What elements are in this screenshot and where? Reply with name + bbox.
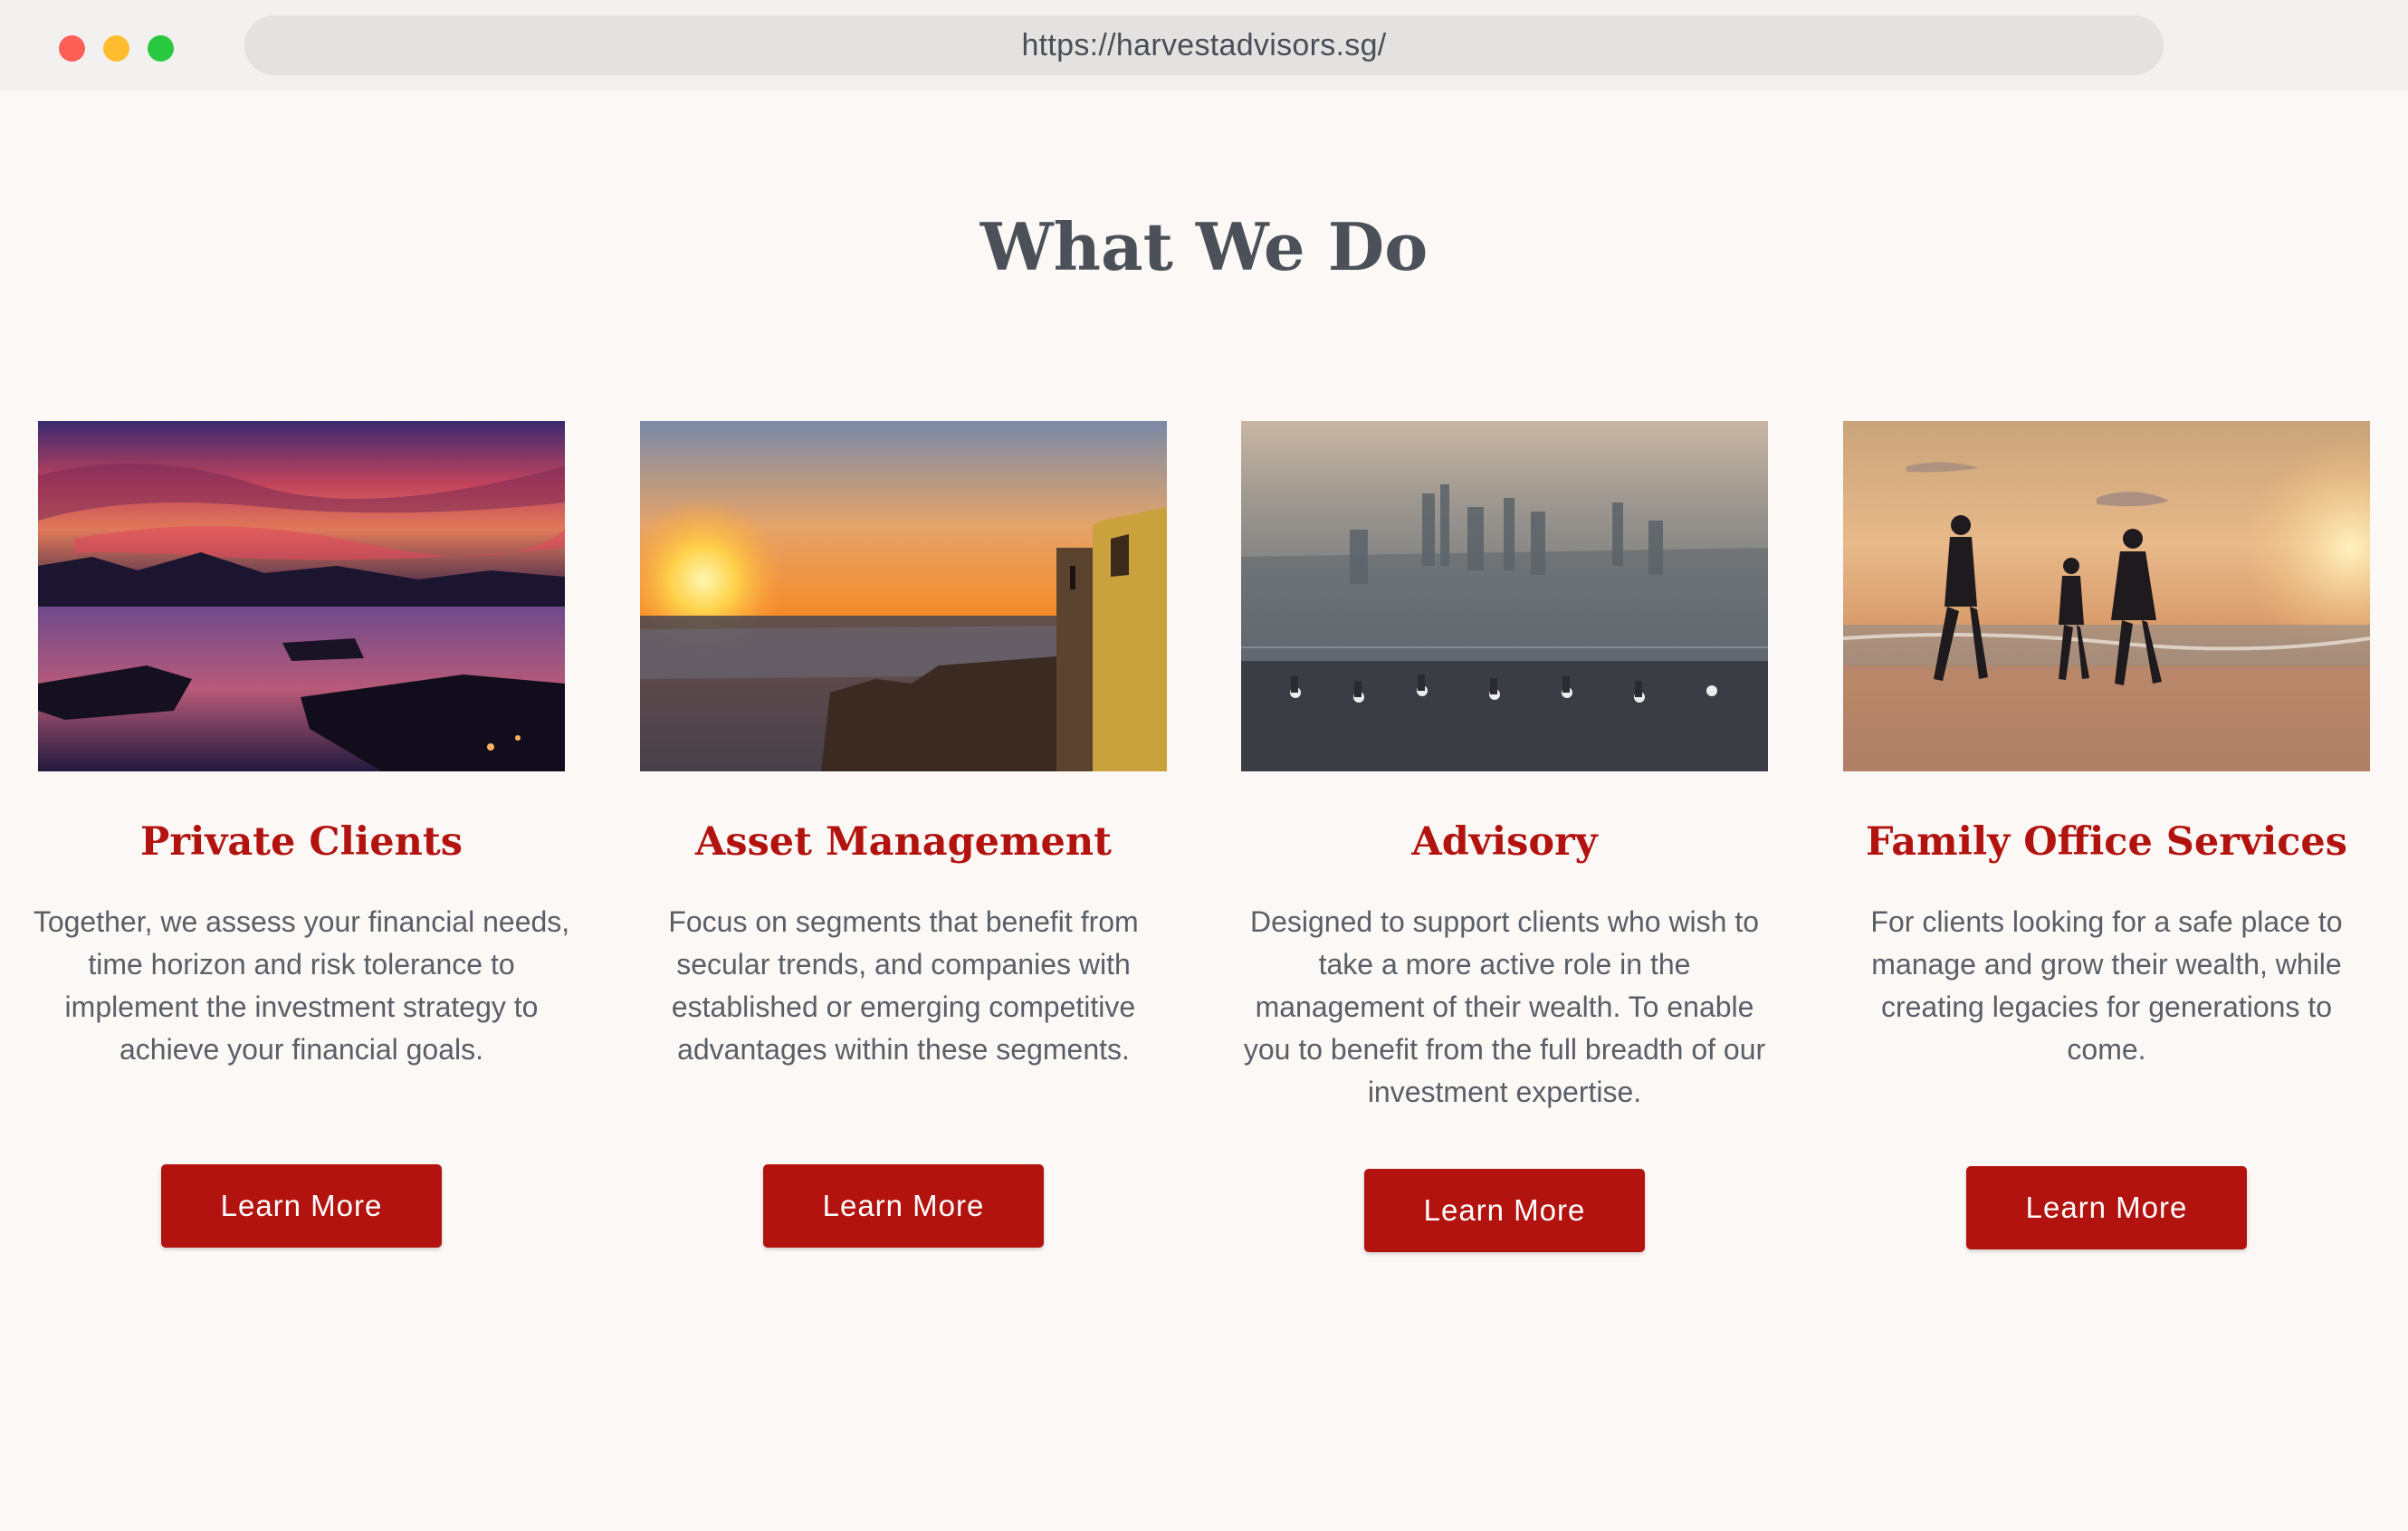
card-description: Together, we assess your financial needs… [33, 905, 570, 1066]
sunset-city-fort-photo [640, 421, 1167, 771]
browser-toolbar: https://harvestadvisors.sg/ [0, 0, 2408, 91]
card-title: Advisory [1411, 819, 1598, 865]
learn-more-button[interactable]: Learn More [1364, 1169, 1645, 1252]
card-description: Designed to support clients who wish to … [1243, 905, 1766, 1108]
service-card-family-office-services: Family Office Services For clients looki… [1843, 421, 2370, 1249]
card-title: Family Office Services [1866, 819, 2347, 865]
learn-more-button[interactable]: Learn More [763, 1164, 1044, 1248]
card-description: For clients looking for a safe place to … [1870, 905, 2343, 1066]
card-description: Focus on segments that benefit from secu… [668, 905, 1139, 1066]
card-title: Private Clients [140, 819, 463, 865]
service-card-advisory: Advisory Designed to support clients who… [1241, 421, 1768, 1252]
sunset-harbor-photo [38, 421, 565, 771]
family-beach-sunset-photo [1843, 421, 2370, 771]
maximize-window-button[interactable] [148, 35, 174, 62]
learn-more-button[interactable]: Learn More [1966, 1166, 2247, 1249]
address-bar[interactable]: https://harvestadvisors.sg/ [244, 15, 2164, 75]
skyscraper-observation-deck-photo [1241, 421, 1768, 771]
minimize-window-button[interactable] [103, 35, 129, 62]
card-title: Asset Management [695, 819, 1112, 865]
service-card-private-clients: Private Clients Together, we assess your… [33, 421, 569, 1248]
address-bar-url: https://harvestadvisors.sg/ [1021, 27, 1387, 62]
service-card-asset-management: Asset Management Focus on segments that … [640, 421, 1167, 1248]
learn-more-button[interactable]: Learn More [161, 1164, 442, 1248]
close-window-button[interactable] [59, 35, 85, 62]
section-title: What We Do [979, 208, 1429, 285]
